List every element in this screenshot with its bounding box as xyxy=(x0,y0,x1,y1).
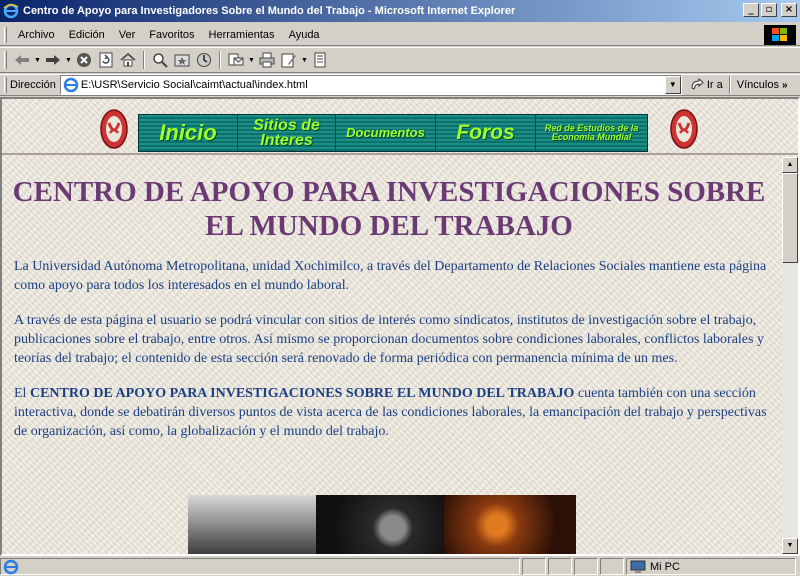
address-url[interactable]: E:\USR\Servicio Social\caimt\actual\inde… xyxy=(81,79,308,91)
main-frame: CENTRO DE APOYO PARA INVESTIGACIONES SOB… xyxy=(2,157,798,554)
windows-logo-icon xyxy=(764,25,796,45)
close-button[interactable]: × xyxy=(781,3,797,17)
zone-label: Mi PC xyxy=(650,560,680,573)
mail-icon[interactable] xyxy=(226,50,246,70)
page-icon xyxy=(63,77,79,93)
description-paragraph: A través de esta página el usuario se po… xyxy=(14,313,764,366)
links-label[interactable]: Vínculos xyxy=(737,79,779,91)
forward-dropdown-icon[interactable]: ▼ xyxy=(64,50,73,70)
forward-arrow-icon[interactable] xyxy=(43,50,63,70)
edit-icon[interactable] xyxy=(279,50,299,70)
page-background: Inicio Sitios de Interes Documentos Foro… xyxy=(2,99,798,554)
nav-sitios-de-interes[interactable]: Sitios de Interes xyxy=(238,115,336,151)
address-grip[interactable] xyxy=(4,77,7,93)
page-done-icon xyxy=(3,559,19,574)
toolbar-separator xyxy=(219,51,221,69)
status-zone: Mi PC xyxy=(626,558,796,575)
para3-prefix: El xyxy=(14,386,30,401)
status-bar: Mi PC xyxy=(0,557,800,576)
menu-herramientas[interactable]: Herramientas xyxy=(202,29,282,41)
menu-bar: Archivo Edición Ver Favoritos Herramient… xyxy=(0,24,800,46)
mail-dropdown-icon[interactable]: ▼ xyxy=(247,50,256,70)
nav-foros[interactable]: Foros xyxy=(436,115,536,151)
minimize-button[interactable]: _ xyxy=(743,3,759,17)
scroll-thumb[interactable] xyxy=(782,173,798,263)
my-computer-icon xyxy=(630,560,646,573)
favorites-icon[interactable] xyxy=(172,50,192,70)
menu-archivo[interactable]: Archivo xyxy=(11,29,62,41)
photo-protest xyxy=(188,495,316,554)
status-cell xyxy=(600,558,624,575)
status-main xyxy=(0,558,520,575)
toolbar-separator xyxy=(143,51,145,69)
go-button[interactable]: Ir a xyxy=(690,78,723,92)
address-bar: Dirección E:\USR\Servicio Social\caimt\a… xyxy=(0,74,800,96)
status-cell xyxy=(522,558,546,575)
vertical-scrollbar[interactable]: ▲ ▼ xyxy=(782,157,798,554)
window-title: Centro de Apoyo para Investigadores Sobr… xyxy=(23,5,516,17)
photo-worker-face xyxy=(316,495,444,554)
print-icon[interactable] xyxy=(257,50,277,70)
stop-icon[interactable] xyxy=(74,50,94,70)
page-heading: CENTRO DE APOYO PARA INVESTIGACIONES SOB… xyxy=(12,176,766,242)
menu-grip[interactable] xyxy=(4,26,7,43)
scroll-down-icon[interactable]: ▼ xyxy=(782,538,798,554)
window-controls: _ ▫ × xyxy=(741,3,797,17)
back-dropdown-icon[interactable]: ▼ xyxy=(33,50,42,70)
home-icon[interactable] xyxy=(118,50,138,70)
menu-ver[interactable]: Ver xyxy=(112,29,143,41)
title-bar[interactable]: Centro de Apoyo para Investigadores Sobr… xyxy=(0,0,800,22)
status-cell xyxy=(548,558,572,575)
history-icon[interactable] xyxy=(194,50,214,70)
nav-inicio[interactable]: Inicio xyxy=(139,115,238,151)
links-chevron-icon[interactable]: » xyxy=(782,80,788,91)
photo-foundry xyxy=(444,495,576,554)
maximize-button[interactable]: ▫ xyxy=(761,3,777,17)
toolbar-grip[interactable] xyxy=(4,51,7,69)
workers-photo-banner xyxy=(188,495,576,554)
para3-strong: CENTRO DE APOYO PARA INVESTIGACIONES SOB… xyxy=(29,386,575,401)
address-dropdown-icon[interactable]: ▼ xyxy=(664,76,681,94)
ie-app-icon xyxy=(3,3,19,19)
address-input[interactable]: E:\USR\Servicio Social\caimt\actual\inde… xyxy=(59,75,682,95)
content-frame: Inicio Sitios de Interes Documentos Foro… xyxy=(0,97,800,556)
discuss-icon[interactable] xyxy=(310,50,330,70)
scroll-up-icon[interactable]: ▲ xyxy=(782,157,798,173)
interactive-section-paragraph: El CENTRO DE APOYO PARA INVESTIGACIONES … xyxy=(14,384,772,441)
go-label: Ir a xyxy=(706,79,723,91)
nav-documentos[interactable]: Documentos xyxy=(336,115,436,151)
go-arrow-icon xyxy=(691,78,704,90)
standard-toolbar: ▼ ▼ ▼ ▼ xyxy=(0,47,800,73)
search-icon[interactable] xyxy=(150,50,170,70)
refresh-icon[interactable] xyxy=(96,50,116,70)
menu-favoritos[interactable]: Favoritos xyxy=(142,29,201,41)
back-arrow-icon[interactable] xyxy=(12,50,32,70)
intro-paragraph: La Universidad Autónoma Metropolitana, u… xyxy=(14,259,767,293)
page-content: CENTRO DE APOYO PARA INVESTIGACIONES SOB… xyxy=(13,157,772,441)
status-cell xyxy=(574,558,598,575)
nav-bar: Inicio Sitios de Interes Documentos Foro… xyxy=(138,114,648,152)
nav-red-de-estudios[interactable]: Red de Estudios de la Economía Mundial xyxy=(536,115,647,151)
address-separator xyxy=(728,76,731,94)
uam-logo-icon xyxy=(670,109,698,149)
menu-edicion[interactable]: Edición xyxy=(62,29,112,41)
menu-ayuda[interactable]: Ayuda xyxy=(282,29,327,41)
edit-dropdown-icon[interactable]: ▼ xyxy=(300,50,309,70)
browser-window: Centro de Apoyo para Investigadores Sobr… xyxy=(0,0,800,576)
navigation-frame: Inicio Sitios de Interes Documentos Foro… xyxy=(2,99,798,155)
address-label: Dirección xyxy=(10,79,56,91)
uam-logo-icon xyxy=(100,109,128,149)
